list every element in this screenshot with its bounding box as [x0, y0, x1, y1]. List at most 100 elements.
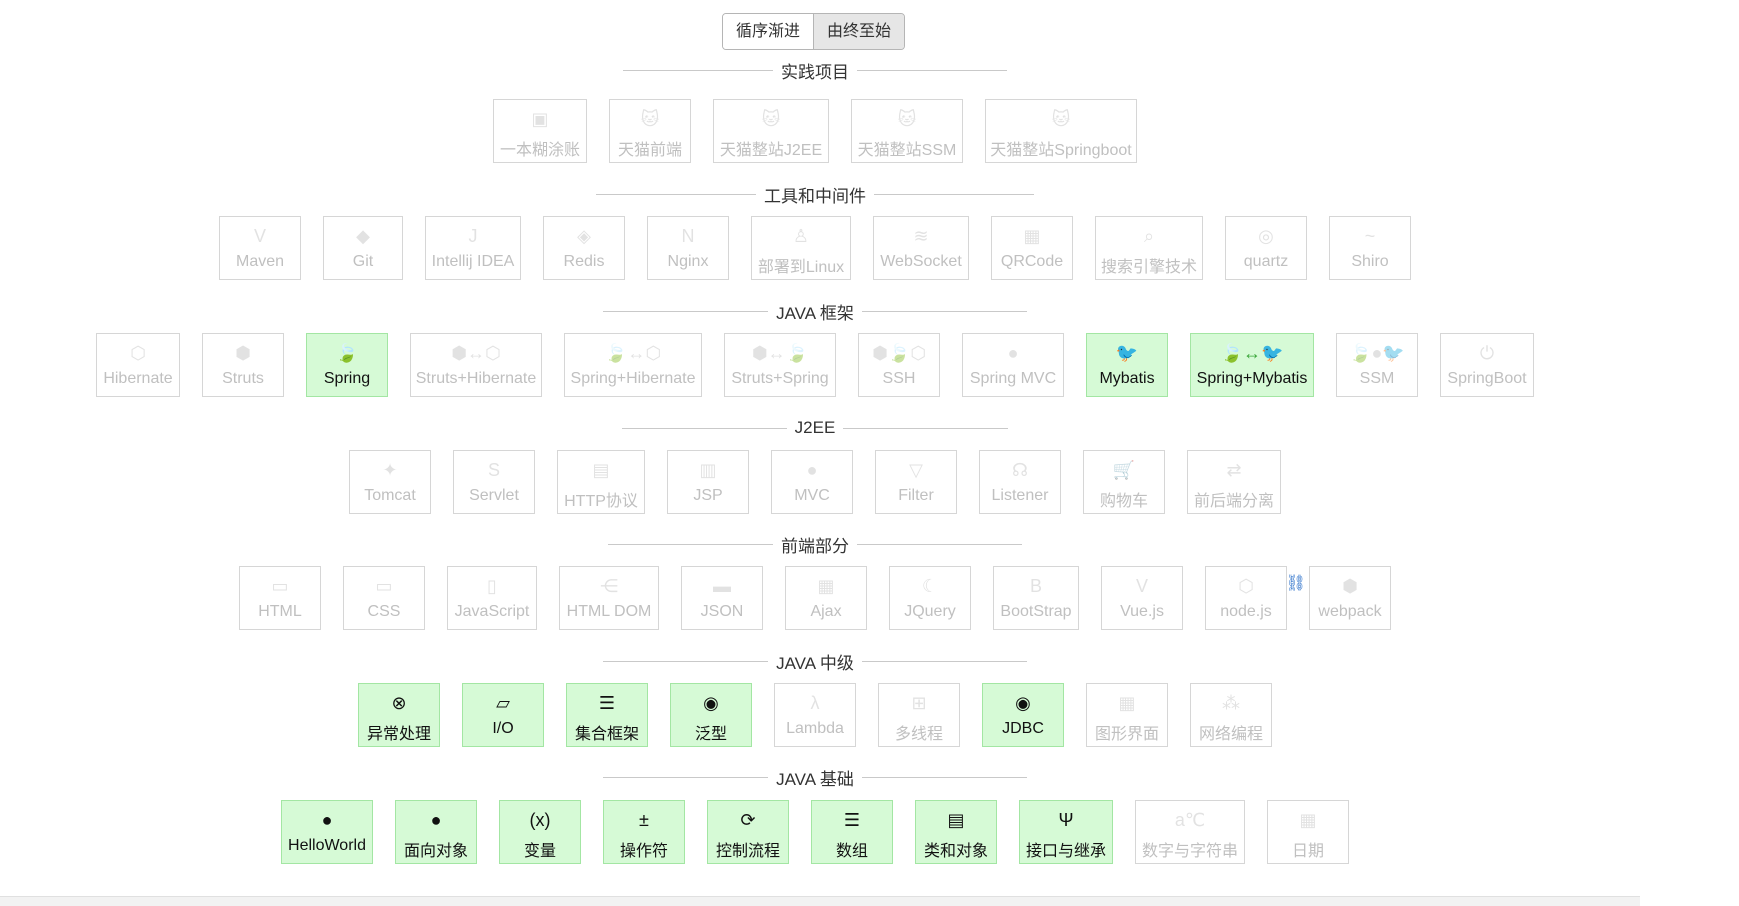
j2ee-card-label: 前后端分离: [1194, 493, 1275, 510]
intermediate-card-8[interactable]: ⁂ 网络编程: [1190, 683, 1272, 747]
frontend-card-3[interactable]: ⋲ HTML DOM: [559, 566, 659, 630]
tools-card-8[interactable]: ⌕ 搜索引擎技术: [1095, 216, 1203, 280]
abc-icon: a℃: [1174, 810, 1206, 830]
forward-order-button[interactable]: 循序渐进: [723, 14, 813, 49]
intermediate-card-7[interactable]: ▦ 图形界面: [1086, 683, 1168, 747]
reverse-order-button[interactable]: 由终至始: [813, 14, 904, 49]
ajax-icon: ▦: [817, 576, 835, 596]
object-icon: ●: [430, 810, 442, 830]
basics-card-3[interactable]: ± 操作符: [603, 800, 685, 864]
intermediate-card-4[interactable]: λ Lambda: [774, 683, 856, 747]
j2ee-card-7[interactable]: 🛒 购物车: [1083, 450, 1165, 514]
j2ee-card-2[interactable]: ▤ HTTP协议: [557, 450, 645, 514]
frameworks-card-7[interactable]: ● Spring MVC: [962, 333, 1064, 397]
frameworks-card-3[interactable]: ⬢↔⬡ Struts+Hibernate: [410, 333, 542, 397]
j2ee-card-4[interactable]: ● MVC: [771, 450, 853, 514]
basics-card-5[interactable]: ☰ 数组: [811, 800, 893, 864]
j2ee-card-label: Listener: [991, 487, 1049, 504]
tools-card-label: 搜索引擎技术: [1101, 259, 1198, 276]
basics-card-0[interactable]: ● HelloWorld: [281, 800, 373, 864]
tools-card-7[interactable]: ▦ QRCode: [991, 216, 1073, 280]
tools-row: V Maven ◆ Git J Intellij IDEA ◈ Redis N Nginx ♙ 部署到…: [0, 216, 1630, 282]
frontend-card-1[interactable]: ▭ CSS: [343, 566, 425, 630]
link-icon[interactable]: ⛓: [1286, 573, 1306, 593]
frontend-card-10[interactable]: ⬢ webpack: [1309, 566, 1391, 630]
servlet-icon: S: [487, 460, 500, 480]
tools-card-5[interactable]: ♙ 部署到Linux: [751, 216, 851, 280]
frameworks-card-label: Hibernate: [103, 370, 173, 387]
frontend-card-9[interactable]: ⬡ node.js ⛓: [1205, 566, 1306, 630]
basics-card-label: 类和对象: [924, 843, 989, 860]
tools-card-label: WebSocket: [880, 253, 962, 270]
intermediate-card-1[interactable]: ▱ I/O: [462, 683, 544, 747]
practice-card-2[interactable]: 🐱 天猫整站J2EE: [713, 99, 829, 163]
frontend-card-2[interactable]: ▯ JavaScript: [447, 566, 537, 630]
tools-card-2[interactable]: J Intellij IDEA: [425, 216, 521, 280]
tools-card-6[interactable]: ≋ WebSocket: [873, 216, 969, 280]
intermediate-card-5[interactable]: ⊞ 多线程: [878, 683, 960, 747]
basics-card-label: 控制流程: [716, 843, 781, 860]
basics-card-4[interactable]: ⟳ 控制流程: [707, 800, 789, 864]
j2ee-card-1[interactable]: S Servlet: [453, 450, 535, 514]
frameworks-card-1[interactable]: ⬢ Struts: [202, 333, 284, 397]
frontend-card-8[interactable]: V Vue.js: [1101, 566, 1183, 630]
tools-card-4[interactable]: N Nginx: [647, 216, 729, 280]
basics-card-7[interactable]: Ψ 接口与继承: [1019, 800, 1113, 864]
tools-card-3[interactable]: ◈ Redis: [543, 216, 625, 280]
frameworks-card-8[interactable]: 🐦 Mybatis: [1086, 333, 1168, 397]
section-title-frameworks: JAVA 框架: [0, 300, 1630, 323]
practice-card-1[interactable]: 🐱 天猫前端: [609, 99, 691, 163]
springboot-icon: ⏻: [1479, 343, 1495, 363]
section-label: 工具和中间件: [764, 186, 866, 206]
practice-card-label: 天猫前端: [618, 142, 683, 159]
database-icon: ◉: [1015, 693, 1031, 713]
j2ee-card-label: MVC: [794, 487, 830, 504]
frameworks-card-2[interactable]: 🍃 Spring: [306, 333, 388, 397]
frameworks-card-10[interactable]: 🍃●🐦 SSM: [1336, 333, 1418, 397]
frameworks-card-9[interactable]: 🍃↔🐦 Spring+Mybatis: [1190, 333, 1314, 397]
js-file-icon: ▯: [487, 576, 497, 596]
frontend-card-4[interactable]: ▬ JSON: [681, 566, 763, 630]
j2ee-card-8[interactable]: ⇄ 前后端分离: [1187, 450, 1281, 514]
frameworks-card-label: Mybatis: [1099, 370, 1155, 387]
frameworks-card-label: SSM: [1359, 370, 1395, 387]
frameworks-card-0[interactable]: ⬡ Hibernate: [96, 333, 180, 397]
basics-card-6[interactable]: ▤ 类和对象: [915, 800, 997, 864]
tmall-icon: 🐱: [640, 109, 660, 129]
intermediate-card-2[interactable]: ☰ 集合框架: [566, 683, 648, 747]
intermediate-card-0[interactable]: ⊗ 异常处理: [358, 683, 440, 747]
basics-card-1[interactable]: ● 面向对象: [395, 800, 477, 864]
webpack-icon: ⬢: [1342, 576, 1358, 596]
frontend-card-5[interactable]: ▦ Ajax: [785, 566, 867, 630]
frameworks-card-label: Spring+Mybatis: [1196, 370, 1308, 387]
j2ee-card-3[interactable]: ▥ JSP: [667, 450, 749, 514]
frameworks-card-11[interactable]: ⏻ SpringBoot: [1440, 333, 1534, 397]
tools-card-10[interactable]: ~ Shiro: [1329, 216, 1411, 280]
frontend-card-7[interactable]: B BootStrap: [993, 566, 1079, 630]
j2ee-card-5[interactable]: ▽ Filter: [875, 450, 957, 514]
loop-icon: ⟳: [740, 810, 756, 830]
j2ee-card-6[interactable]: ☊ Listener: [979, 450, 1061, 514]
basics-card-2[interactable]: (x) 变量: [499, 800, 581, 864]
section-title-basics: JAVA 基础: [0, 766, 1630, 789]
frontend-card-6[interactable]: ☾ JQuery: [889, 566, 971, 630]
practice-card-4[interactable]: 🐱 天猫整站Springboot: [985, 99, 1137, 163]
practice-card-3[interactable]: 🐱 天猫整站SSM: [851, 99, 963, 163]
jsp-icon: ▥: [699, 460, 717, 480]
tools-card-1[interactable]: ◆ Git: [323, 216, 403, 280]
practice-card-0[interactable]: ▣ 一本糊涂账: [493, 99, 587, 163]
tools-card-9[interactable]: ◎ quartz: [1225, 216, 1307, 280]
frameworks-card-6[interactable]: ⬢🍃⬡ SSH: [858, 333, 940, 397]
frameworks-card-5[interactable]: ⬢↔🍃 Struts+Spring: [724, 333, 836, 397]
j2ee-card-0[interactable]: ✦ Tomcat: [349, 450, 431, 514]
tmall-boot-icon: 🐱: [1051, 109, 1071, 129]
intermediate-card-label: 集合框架: [575, 726, 640, 743]
frameworks-card-4[interactable]: 🍃↔⬡ Spring+Hibernate: [564, 333, 702, 397]
basics-card-8[interactable]: a℃ 数字与字符串: [1135, 800, 1245, 864]
frontend-card-0[interactable]: ▭ HTML: [239, 566, 321, 630]
intermediate-card-6[interactable]: ◉ JDBC: [982, 683, 1064, 747]
mvc-icon: ●: [1007, 343, 1019, 363]
intermediate-card-3[interactable]: ◉ 泛型: [670, 683, 752, 747]
tools-card-0[interactable]: V Maven: [219, 216, 301, 280]
basics-card-9[interactable]: ▦ 日期: [1267, 800, 1349, 864]
